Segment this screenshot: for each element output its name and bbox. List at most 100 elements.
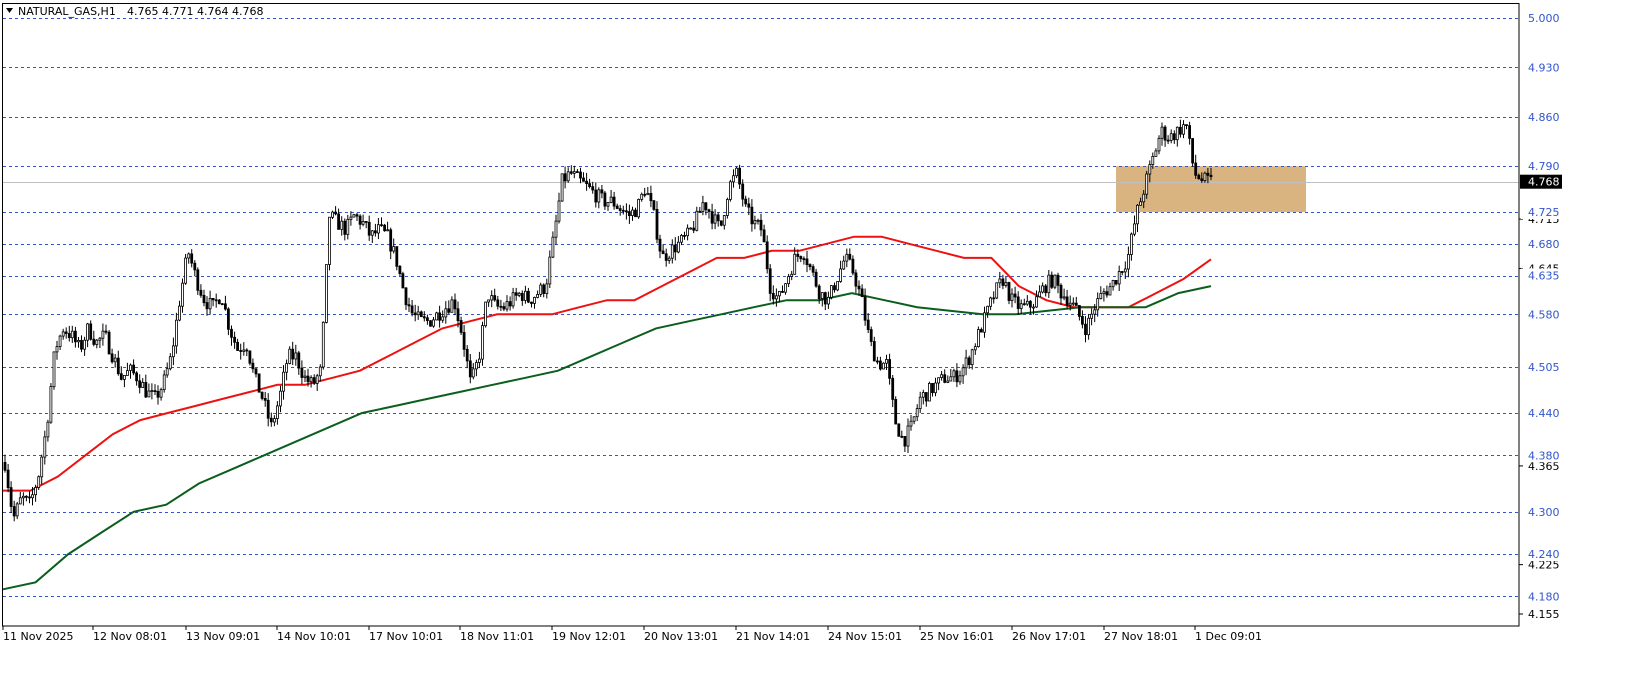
candle-body — [361, 220, 365, 225]
candle-body — [28, 496, 31, 499]
candle-body — [967, 357, 971, 365]
candle-body — [1203, 172, 1207, 181]
candle-body — [487, 299, 491, 303]
candle-body — [242, 349, 246, 352]
candles-layer — [3, 119, 1213, 522]
candle-body — [983, 312, 986, 333]
candle-body — [891, 377, 895, 400]
candle-body — [1041, 285, 1044, 293]
candle-body — [435, 312, 439, 321]
candle-body — [680, 234, 683, 243]
time-tick-label: 12 Nov 08:01 — [93, 630, 167, 643]
chart-canvas[interactable]: 4.7154.6454.3654.2254.1555.0004.9304.860… — [0, 0, 1641, 678]
candle-body — [603, 192, 607, 207]
candle-body — [101, 330, 105, 339]
candle-body — [156, 390, 160, 398]
candle-body — [670, 244, 674, 259]
candle-body — [1148, 164, 1152, 175]
time-axis: 11 Nov 2025 12 Nov 08:01 13 Nov 09:01 14 No… — [2, 626, 1262, 643]
candle-body — [116, 357, 120, 375]
candle-body — [471, 368, 475, 378]
candle-body — [135, 372, 139, 382]
price-level-label: 4.790 — [1528, 160, 1560, 173]
candle-body — [138, 380, 142, 388]
candle-body — [977, 329, 980, 348]
candle-body — [233, 336, 237, 343]
time-tick-label: 25 Nov 16:01 — [920, 630, 994, 643]
candle-body — [906, 425, 910, 447]
price-level-label: 4.240 — [1528, 548, 1560, 561]
candle-body — [300, 367, 304, 378]
candle-body — [716, 214, 720, 222]
candle-body — [882, 362, 885, 370]
candle-body — [1182, 124, 1185, 135]
dropdown-triangle-icon[interactable] — [6, 8, 13, 13]
candle-body — [628, 211, 631, 217]
candle-body — [928, 382, 931, 402]
candle-body — [704, 202, 708, 211]
candle-body — [686, 227, 689, 237]
candle-body — [429, 320, 432, 327]
candle-body — [49, 386, 53, 423]
candle-body — [1127, 254, 1130, 270]
candle-body — [376, 224, 380, 234]
time-tick-label: 1 Dec 09:01 — [1195, 630, 1262, 643]
candle-body — [468, 360, 472, 378]
price-chart[interactable]: 4.7154.6454.3654.2254.1555.0004.9304.860… — [0, 0, 1641, 678]
candle-body — [263, 397, 267, 401]
candle-body — [1117, 271, 1121, 285]
time-tick-label: 17 Nov 10:01 — [369, 630, 443, 643]
candle-body — [208, 297, 212, 310]
candle-body — [888, 359, 891, 379]
candle-body — [43, 436, 47, 458]
candle-body — [1133, 223, 1136, 235]
candle-body — [1191, 138, 1194, 164]
candle-body — [710, 211, 714, 224]
candle-body — [61, 331, 65, 337]
candle-body — [1111, 279, 1115, 288]
candle-body — [646, 192, 650, 196]
candle-body — [202, 294, 206, 304]
candle-body — [842, 260, 846, 270]
candle-body — [655, 208, 659, 240]
candle-body — [340, 220, 344, 230]
candle-body — [3, 461, 7, 471]
candle-body — [419, 311, 423, 317]
candle-body — [174, 319, 178, 347]
candle-body — [661, 250, 665, 255]
moving-average-line — [2, 285, 1212, 591]
candle-body — [386, 229, 390, 232]
candle-body — [1114, 279, 1118, 285]
candle-body — [621, 209, 625, 212]
candle-body — [563, 173, 567, 182]
candle-body — [527, 290, 530, 303]
candle-body — [239, 350, 243, 352]
candle-body — [667, 257, 671, 261]
candle-body — [762, 229, 766, 243]
candle-body — [1071, 302, 1075, 305]
candle-body — [1160, 126, 1164, 139]
candle-body — [432, 319, 435, 327]
candle-body — [1029, 300, 1032, 308]
candle-body — [83, 339, 86, 350]
candle-body — [251, 362, 255, 370]
candle-body — [964, 357, 968, 369]
price-level-label: 4.505 — [1528, 361, 1560, 374]
candle-body — [765, 241, 769, 270]
candle-body — [1053, 274, 1057, 288]
candle-body — [70, 330, 74, 339]
candle-body — [401, 273, 405, 289]
candle-body — [750, 206, 754, 225]
candle-body — [205, 302, 209, 310]
candle-body — [827, 296, 830, 305]
candle-body — [1044, 285, 1048, 294]
candle-body — [438, 312, 442, 321]
candle-body — [80, 339, 83, 350]
candle-body — [732, 175, 735, 183]
candle-body — [869, 329, 873, 342]
price-level-label: 4.180 — [1528, 590, 1560, 603]
candle-body — [600, 189, 604, 194]
candle-body — [343, 220, 347, 235]
candle-body — [444, 308, 448, 318]
price-level-label: 5.000 — [1528, 12, 1560, 25]
